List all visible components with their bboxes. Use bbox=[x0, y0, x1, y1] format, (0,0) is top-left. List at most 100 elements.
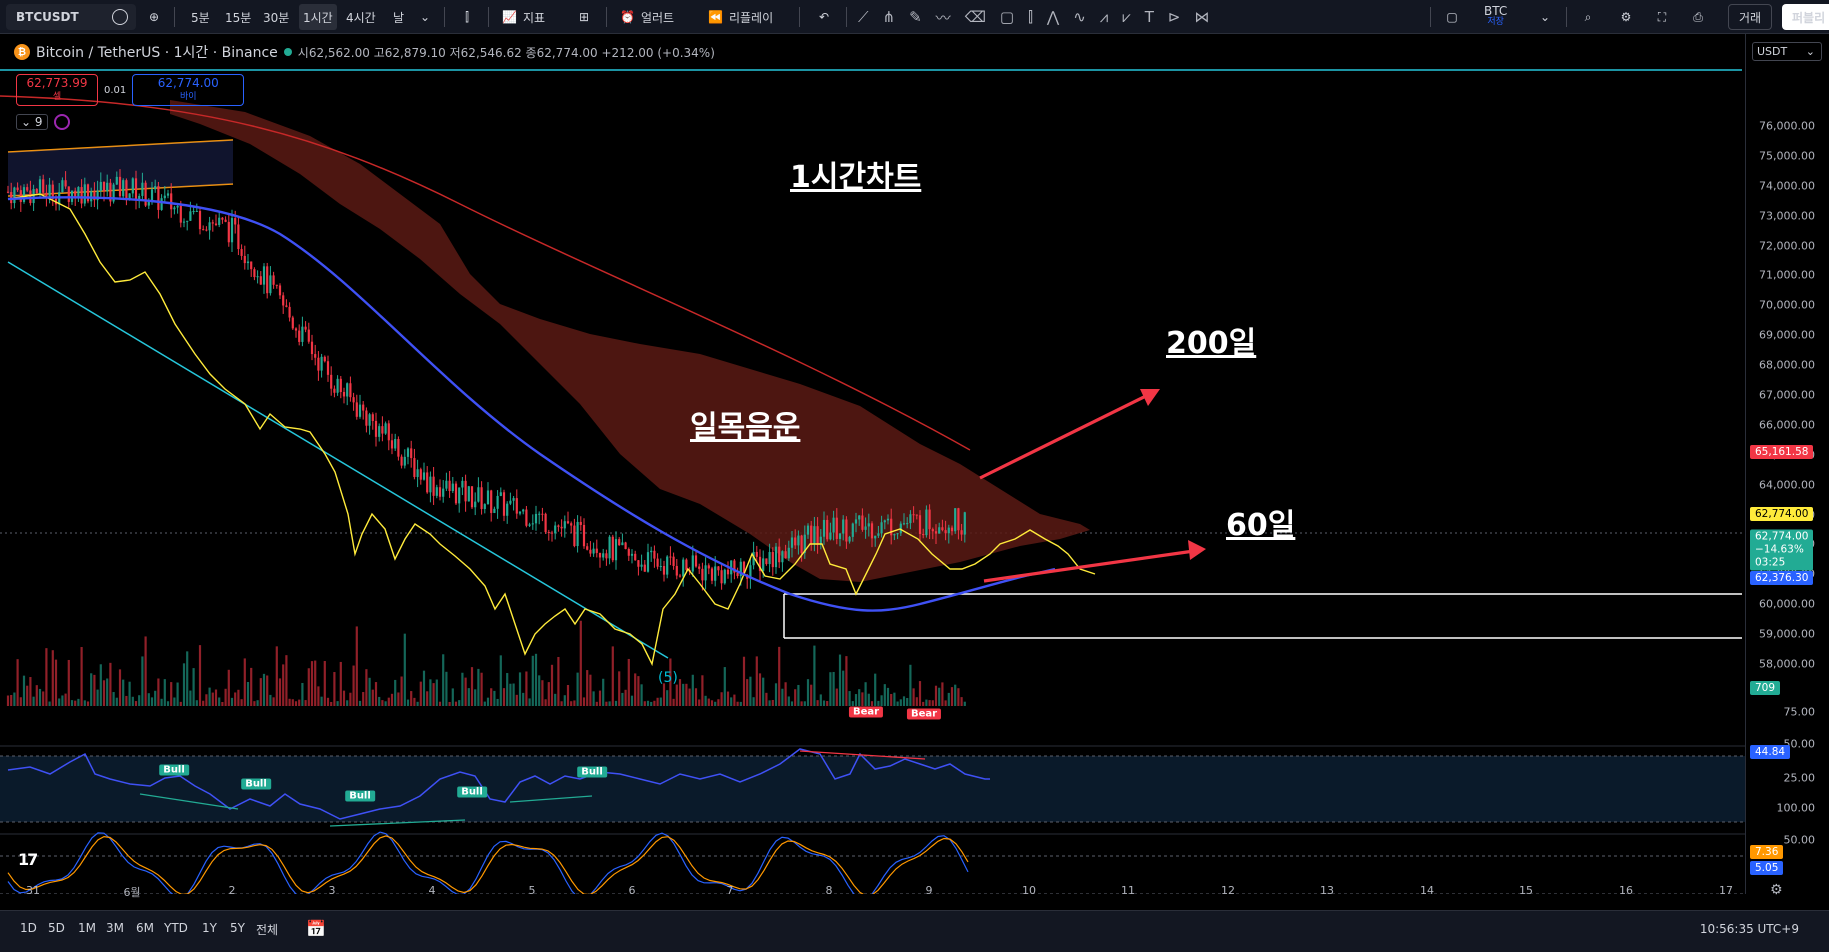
layout-dropdown-icon[interactable]: ⌄ bbox=[1540, 0, 1550, 34]
chart-legend: ₿ Bitcoin / TetherUS · 1시간 · Binance 시62… bbox=[14, 42, 715, 62]
text-icon[interactable]: T bbox=[1145, 8, 1154, 26]
publish-button[interactable]: 퍼블리 bbox=[1782, 4, 1829, 30]
range-button-1m[interactable]: 1M bbox=[78, 921, 96, 935]
candle-body bbox=[765, 558, 768, 565]
pitchfork-icon[interactable]: ⋔ bbox=[883, 8, 896, 26]
path-icon[interactable]: 〰 bbox=[936, 7, 951, 28]
clock[interactable]: 10:56:35 UTC+9 bbox=[1700, 922, 1799, 936]
candle-body bbox=[906, 523, 909, 525]
volume-bar bbox=[339, 661, 342, 706]
play-icon[interactable]: ⊳ bbox=[1168, 8, 1181, 26]
rectangle-icon[interactable]: ▢ bbox=[1000, 8, 1014, 26]
chart-pane[interactable]: ₿ Bitcoin / TetherUS · 1시간 · Binance 시62… bbox=[0, 34, 1745, 894]
symbol-search[interactable]: BTCUSDT bbox=[6, 4, 136, 30]
range-button-6m[interactable]: 6M bbox=[136, 921, 154, 935]
compare-plus-icon[interactable]: ⊕ bbox=[142, 0, 166, 34]
volume-bar bbox=[464, 677, 467, 706]
snapshot-camera-icon[interactable]: ⎙ bbox=[1686, 0, 1710, 34]
range-button-1y[interactable]: 1Y bbox=[202, 921, 217, 935]
trade-button[interactable]: 거래 bbox=[1728, 4, 1773, 30]
volume-bar bbox=[16, 659, 19, 706]
brush-icon[interactable]: ✎ bbox=[909, 8, 922, 26]
volume-bar bbox=[208, 687, 211, 706]
volume-bar bbox=[70, 700, 74, 706]
pattern-icon[interactable]: ⋀ bbox=[1047, 8, 1059, 26]
volume-bar bbox=[282, 664, 285, 706]
volume-bar bbox=[554, 693, 557, 706]
fullscreen-icon[interactable]: ⛶ bbox=[1650, 0, 1674, 34]
trendline-icon[interactable]: ⟋ bbox=[858, 8, 869, 26]
interval-15m[interactable]: 15분 bbox=[225, 0, 251, 34]
candle-body bbox=[474, 501, 477, 508]
replay-button[interactable]: ⏪ 리플레이 bbox=[708, 0, 773, 34]
candle-body bbox=[259, 276, 262, 285]
price-axis[interactable]: USDT ⌄ 76,000.00 75,000.00 74,000.00 73,000… bbox=[1745, 34, 1829, 894]
interval-4h[interactable]: 4시간 bbox=[346, 0, 376, 34]
time-tick: 15 bbox=[1519, 884, 1533, 897]
sell-button[interactable]: 62,773.99 셀 bbox=[16, 74, 98, 106]
volume-bar bbox=[435, 679, 438, 706]
volume-bar bbox=[275, 646, 278, 706]
volume-bar bbox=[77, 698, 80, 706]
range-button-5y[interactable]: 5Y bbox=[230, 921, 245, 935]
volume-bar bbox=[416, 701, 419, 706]
time-axis-settings-icon[interactable]: ⚙ bbox=[1770, 882, 1783, 898]
templates-icon[interactable]: ⊞ bbox=[572, 0, 596, 34]
interval-day[interactable]: 날 bbox=[393, 0, 404, 34]
candle-body bbox=[304, 326, 307, 330]
candle-style-icon[interactable]: ⫿ bbox=[455, 0, 479, 34]
volume-bar bbox=[685, 683, 688, 706]
candle-body bbox=[771, 552, 774, 568]
abc-icon[interactable]: ⩗ bbox=[1122, 8, 1130, 26]
volume-bar bbox=[346, 700, 349, 706]
interval-5m[interactable]: 5분 bbox=[191, 0, 210, 34]
price-tick: 76,000.00 bbox=[1759, 119, 1815, 133]
candle-body bbox=[522, 509, 525, 512]
volume-bar bbox=[26, 685, 29, 706]
currency-selector[interactable]: USDT ⌄ bbox=[1752, 42, 1822, 61]
volume-bar bbox=[560, 701, 563, 706]
interval-30m[interactable]: 30분 bbox=[263, 0, 289, 34]
volume-bar bbox=[765, 692, 768, 706]
interval-1h[interactable]: 1시간 bbox=[299, 4, 337, 30]
candle-body bbox=[864, 526, 867, 530]
volume-bar bbox=[202, 700, 205, 706]
interval-dropdown-icon[interactable]: ⌄ bbox=[420, 0, 430, 34]
date-range-calendar-icon[interactable]: 📅 bbox=[306, 919, 326, 938]
xabcd-icon[interactable]: ⋈ bbox=[1194, 8, 1209, 26]
indicator-collapse[interactable]: ⌄ 9 bbox=[16, 114, 70, 130]
volume-bar bbox=[189, 690, 192, 706]
volume-bar bbox=[365, 669, 368, 706]
price-tick: 60,000.00 bbox=[1759, 597, 1815, 611]
undo-icon[interactable]: ↶ bbox=[812, 0, 836, 34]
volume-bar bbox=[605, 701, 608, 706]
candle-body bbox=[813, 526, 816, 544]
indicators-button[interactable]: 📈 지표 bbox=[502, 0, 545, 34]
candle-body bbox=[166, 193, 170, 196]
wave-icon[interactable]: ∿ bbox=[1073, 8, 1086, 26]
symbol-title[interactable]: Bitcoin / TetherUS · 1시간 · Binance bbox=[36, 42, 278, 62]
eraser-icon[interactable]: ⌫ bbox=[965, 8, 986, 26]
fib-icon[interactable]: ⫿ bbox=[1028, 8, 1033, 26]
zoom-search-icon[interactable]: ⌕ bbox=[1576, 0, 1600, 34]
settings-gear-icon[interactable]: ⚙ bbox=[1614, 0, 1638, 34]
alert-button[interactable]: ⏰ 얼러트 bbox=[620, 0, 674, 34]
candle-body bbox=[435, 487, 438, 496]
ma60-price-tag: 62,376.30 bbox=[1750, 571, 1814, 585]
indicator-visibility-icon[interactable] bbox=[53, 114, 70, 130]
range-button-ytd[interactable]: YTD bbox=[164, 921, 188, 935]
range-button-전체[interactable]: 전체 bbox=[256, 921, 278, 938]
candle-body bbox=[394, 438, 397, 449]
range-button-3m[interactable]: 3M bbox=[106, 921, 124, 935]
candle-body bbox=[285, 305, 288, 307]
candle-body bbox=[486, 490, 490, 505]
volume-bar bbox=[848, 691, 851, 706]
range-button-1d[interactable]: 1D bbox=[20, 921, 37, 935]
time-axis[interactable]: 31 6월 2 3 4 5 6 7 8 9 10 11 12 13 14 15 16 17 bbox=[0, 880, 1745, 904]
buy-button[interactable]: 62,774.00 바이 bbox=[132, 74, 245, 106]
volume-bar bbox=[266, 675, 269, 706]
range-button-5d[interactable]: 5D bbox=[48, 921, 65, 935]
layout-save[interactable]: BTC 저장 bbox=[1484, 0, 1507, 34]
elliott-icon[interactable]: ⩘ bbox=[1100, 8, 1108, 26]
layout-square-icon[interactable]: ▢ bbox=[1440, 0, 1464, 34]
